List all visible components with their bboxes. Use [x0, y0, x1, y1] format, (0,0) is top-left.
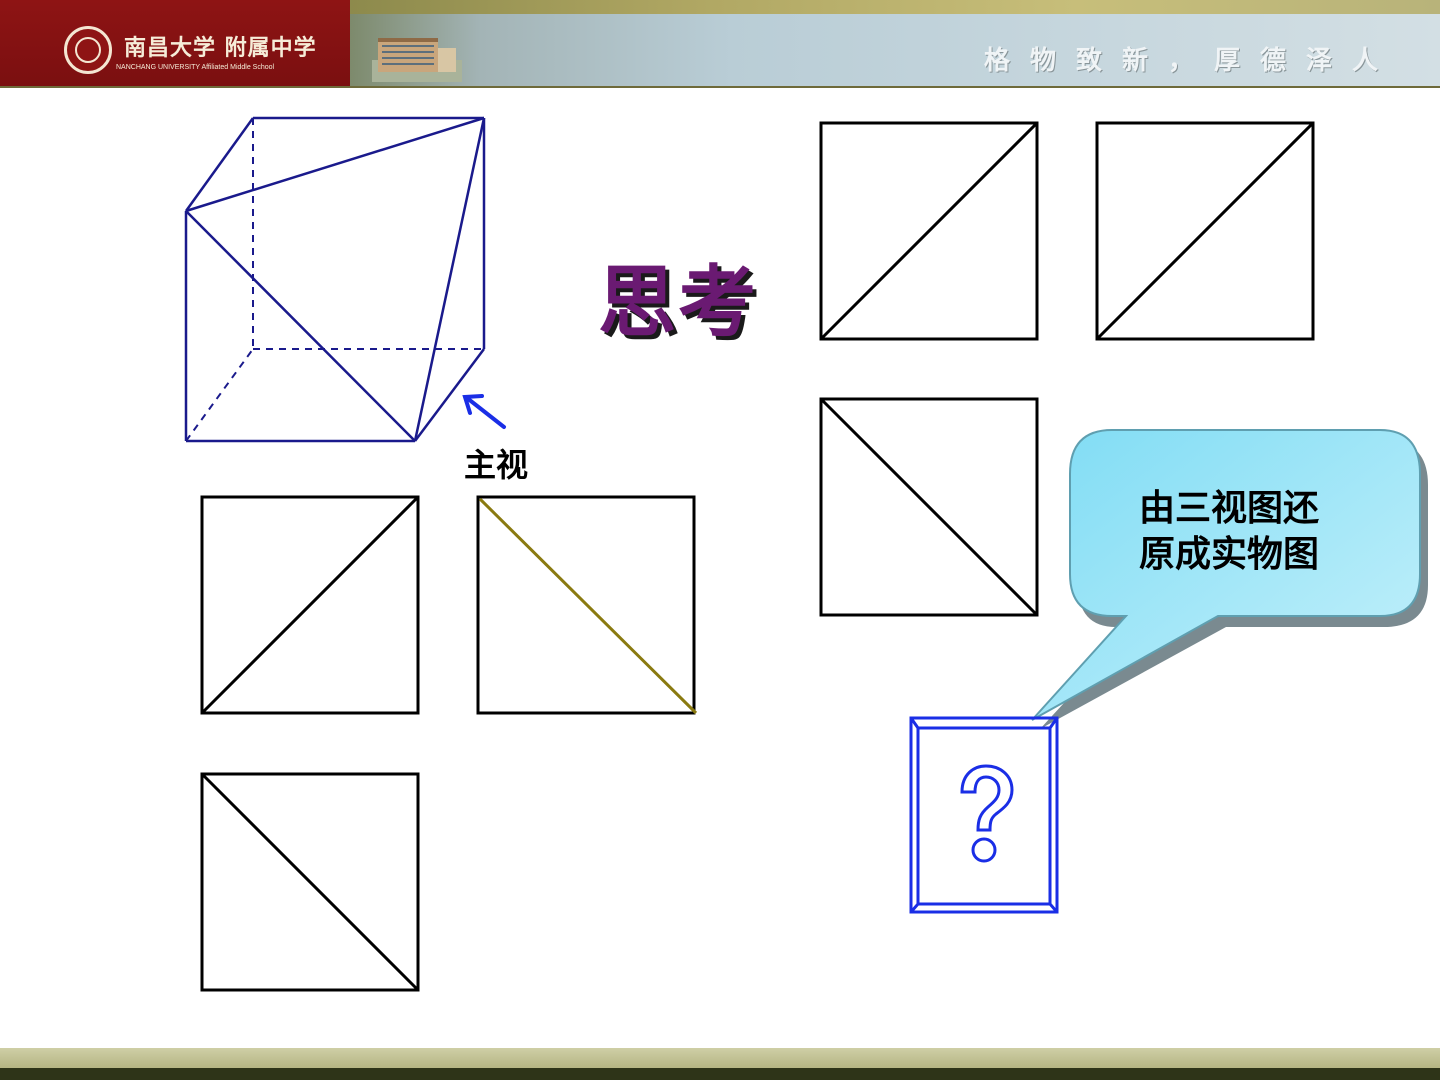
- solid-figure: [184, 116, 486, 443]
- side-view-diagonal: [478, 497, 698, 715]
- callout-line-1: 由三视图还: [1138, 488, 1319, 529]
- question-mark-icon: [960, 764, 1014, 863]
- view-front-2: [819, 121, 1039, 341]
- front-view-label: 主视: [464, 446, 529, 484]
- footer-band: [0, 1048, 1440, 1068]
- view-top: [200, 772, 420, 992]
- speech-callout: [1031, 429, 1428, 729]
- callout-text: 由三视图还 原成实物图: [1104, 486, 1354, 578]
- callout-line-2: 原成实物图: [1138, 534, 1319, 575]
- view-front: [200, 495, 420, 715]
- view-top-2: [819, 397, 1039, 617]
- view-side-2: [1095, 121, 1315, 341]
- footer-strip: [0, 1068, 1440, 1080]
- view-arrow-icon: [462, 394, 506, 429]
